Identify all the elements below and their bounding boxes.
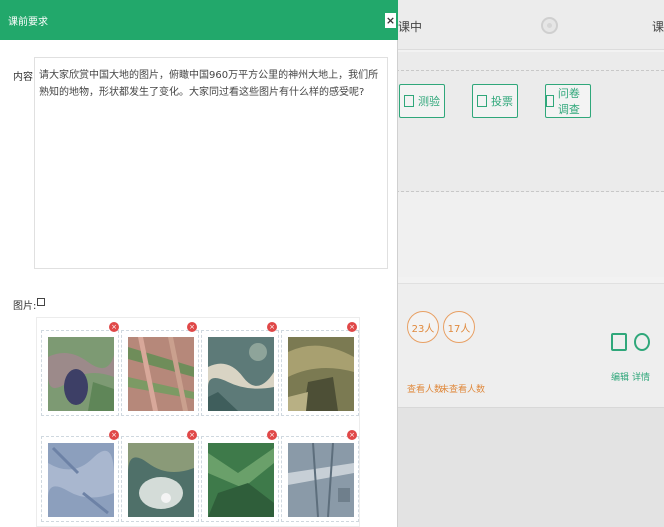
quiz-icon — [404, 95, 414, 107]
vote-button-label: 投票 — [491, 95, 513, 108]
delete-image-button[interactable]: × — [187, 322, 197, 332]
image-item[interactable] — [121, 330, 199, 416]
edit-icon[interactable] — [611, 333, 627, 351]
satellite-image-7 — [208, 443, 274, 517]
satellite-image-2 — [128, 337, 194, 411]
satellite-image-8 — [288, 443, 354, 517]
content-text: 请大家欣赏中国大地的图片，俯瞰中国960万平方公里的神州大地上，我们所熟知的地物… — [39, 70, 379, 98]
delete-image-button[interactable]: × — [267, 322, 277, 332]
delete-image-button[interactable]: × — [109, 322, 119, 332]
dialog-header: 课前要求 × — [0, 0, 398, 40]
viewed-count-circle: 23人 — [407, 311, 439, 343]
toggle-circle-icon[interactable] — [541, 17, 558, 34]
viewed-count-label: 查看人数 — [407, 385, 444, 395]
delete-image-button[interactable]: × — [109, 430, 119, 440]
image-icon — [37, 298, 45, 306]
eye-icon[interactable] — [634, 333, 650, 351]
dialog-title: 课前要求 — [8, 17, 48, 28]
image-item[interactable] — [281, 330, 359, 416]
content-label: 内容: — [13, 72, 37, 83]
status-text: 课中 — [398, 20, 423, 34]
unviewed-count-label: 未查看人数 — [440, 385, 486, 395]
image-item[interactable] — [41, 436, 119, 522]
activity-panel — [396, 52, 664, 192]
image-item[interactable] — [281, 436, 359, 522]
empty-panel — [396, 192, 664, 277]
survey-icon — [546, 95, 554, 107]
top-right-text: 课 — [652, 20, 664, 34]
delete-image-button[interactable]: × — [267, 430, 277, 440]
edit-label[interactable]: 编辑 — [611, 370, 629, 383]
delete-image-button[interactable]: × — [347, 322, 357, 332]
close-button[interactable]: × — [385, 13, 396, 28]
satellite-image-6 — [128, 443, 194, 517]
pre-class-requirements-dialog: 课前要求 × 内容: 请大家欣赏中国大地的图片，俯瞰中国960万平方公里的神州大… — [0, 0, 398, 527]
image-item[interactable] — [201, 330, 279, 416]
satellite-image-5 — [48, 443, 114, 517]
survey-button-label: 问卷调查 — [557, 87, 580, 116]
satellite-image-1 — [48, 337, 114, 411]
satellite-image-3 — [208, 337, 274, 411]
image-item[interactable] — [201, 436, 279, 522]
details-label[interactable]: 详情 — [632, 370, 650, 383]
delete-image-button[interactable]: × — [347, 430, 357, 440]
images-label: 图片: — [13, 301, 37, 312]
delete-image-button[interactable]: × — [187, 430, 197, 440]
quiz-button-label: 测验 — [418, 95, 440, 108]
unviewed-count-circle: 17人 — [443, 311, 475, 343]
image-item[interactable] — [121, 436, 199, 522]
quiz-button[interactable]: 测验 — [399, 84, 445, 118]
bottom-area — [396, 408, 664, 527]
satellite-image-4 — [288, 337, 354, 411]
vote-button[interactable]: 投票 — [472, 84, 518, 118]
image-item[interactable] — [41, 330, 119, 416]
survey-button[interactable]: 问卷调查 — [545, 84, 591, 118]
image-gallery: × × × × × × × × — [36, 317, 360, 527]
divider — [396, 70, 664, 71]
vote-icon — [477, 95, 487, 107]
